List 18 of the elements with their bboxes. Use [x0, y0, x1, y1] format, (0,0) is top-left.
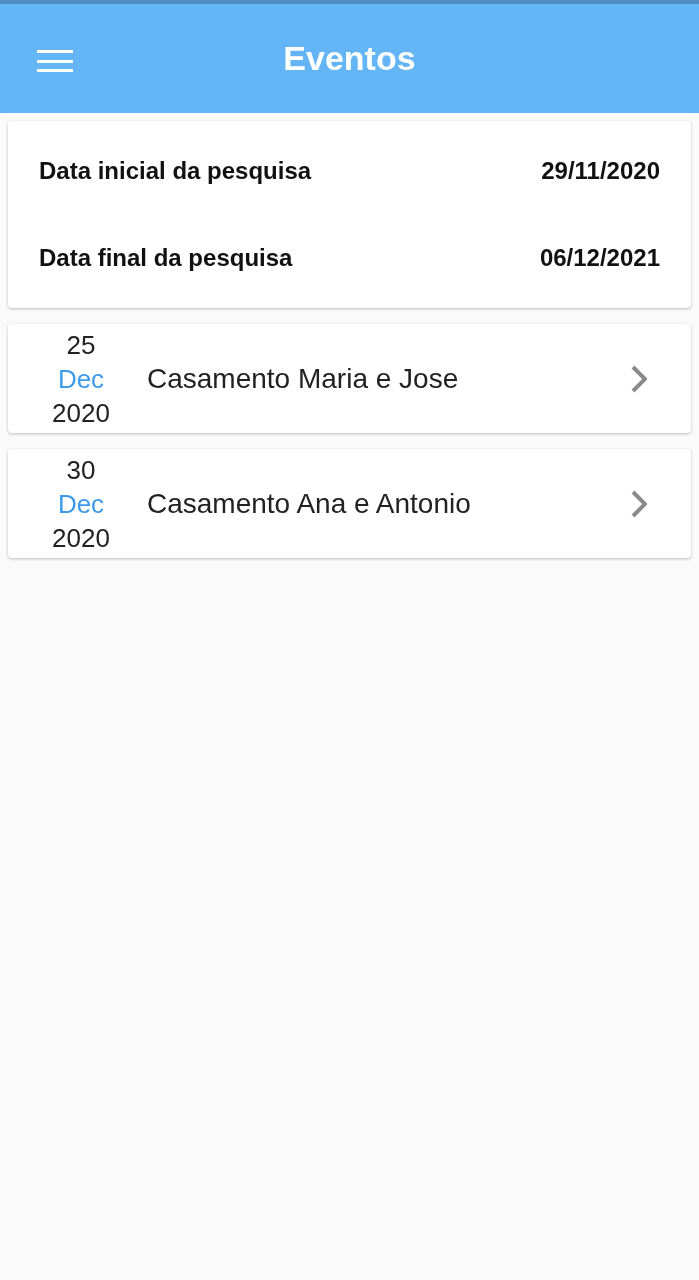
event-day: 30 [66, 452, 96, 487]
event-card[interactable]: 25 Dec 2020 Casamento Maria e Jose [8, 324, 691, 433]
search-date-value[interactable]: 06/12/2021 [539, 240, 660, 277]
chevron-right-icon [631, 489, 647, 518]
event-year: 2020 [52, 521, 110, 555]
search-date-label: Data final da pesquisa [39, 243, 293, 274]
event-title: Casamento Maria e Jose [147, 361, 460, 396]
event-month: Dec [57, 362, 105, 396]
event-card[interactable]: 30 Dec 2020 Casamento Ana e Antonio [8, 449, 691, 558]
search-date-label: Data inicial da pesquisa [39, 155, 312, 186]
search-date-value[interactable]: 29/11/2020 [541, 152, 660, 189]
event-title: Casamento Ana e Antonio [147, 486, 472, 521]
event-year: 2020 [52, 396, 110, 430]
app-bar-title: Eventos [283, 40, 416, 75]
menu-icon[interactable] [37, 50, 73, 72]
event-day: 25 [66, 327, 96, 362]
chevron-right-icon [631, 364, 647, 393]
event-month: Dec [57, 487, 105, 521]
